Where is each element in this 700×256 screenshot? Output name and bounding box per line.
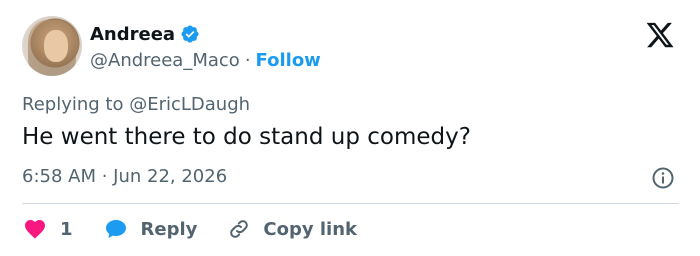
like-button[interactable]: 1: [22, 217, 73, 241]
avatar[interactable]: [22, 16, 82, 76]
tweet-timestamp[interactable]: 6:58 AM · Jun 22, 2026: [22, 166, 227, 187]
reply-label: Reply: [140, 218, 198, 240]
reply-bubble-icon: [105, 220, 126, 238]
link-icon: [230, 220, 249, 238]
follow-button[interactable]: Follow: [256, 50, 321, 71]
name-row: Andreea: [90, 22, 200, 46]
divider: [22, 203, 679, 204]
replying-to-text[interactable]: Replying to @EricLDaugh: [22, 94, 250, 115]
separator-dot: ·: [244, 49, 251, 71]
copy-link-button[interactable]: Copy link: [227, 217, 357, 241]
reply-button[interactable]: Reply: [103, 217, 198, 241]
verified-badge-icon: [181, 25, 199, 43]
tweet-text: He went there to do stand up comedy?: [22, 124, 471, 150]
avatar-face: [44, 30, 68, 62]
handle-row: @Andreea_Maco · Follow: [90, 48, 321, 72]
x-logo-icon[interactable]: [644, 20, 676, 50]
copy-link-label: Copy link: [263, 218, 357, 240]
heart-icon: [25, 220, 45, 239]
info-icon[interactable]: [651, 166, 675, 190]
user-handle[interactable]: @Andreea_Maco: [90, 50, 240, 71]
display-name[interactable]: Andreea: [90, 24, 175, 45]
action-bar: 1 Reply Copy link: [22, 215, 357, 243]
like-count: 1: [60, 218, 73, 240]
tweet-card: Andreea @Andreea_Maco · Follow Replying …: [0, 0, 700, 256]
